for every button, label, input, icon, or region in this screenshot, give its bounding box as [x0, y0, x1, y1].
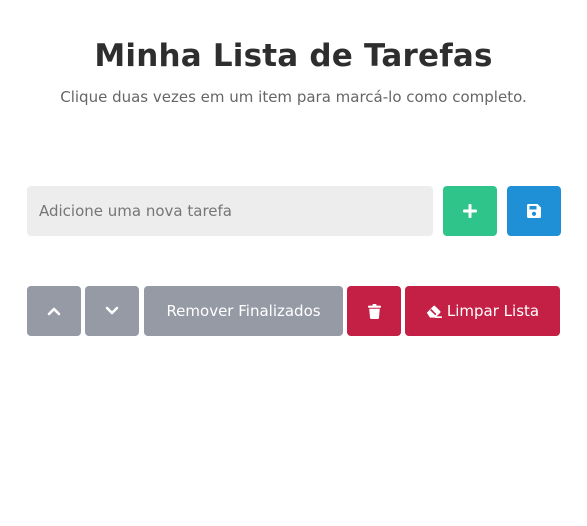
page-title: Minha Lista de Tarefas	[94, 38, 493, 74]
eraser-icon	[426, 305, 442, 318]
delete-task-button[interactable]	[347, 286, 401, 336]
plus-icon	[463, 204, 477, 218]
page-subtitle: Clique duas vezes em um item para marcá-…	[60, 88, 527, 106]
remove-finished-button[interactable]: Remover Finalizados	[144, 286, 343, 336]
chevron-down-icon	[105, 306, 119, 316]
add-task-button[interactable]	[443, 186, 497, 236]
move-down-button[interactable]	[85, 286, 139, 336]
move-up-button[interactable]	[27, 286, 81, 336]
clear-list-label: Limpar Lista	[446, 302, 540, 320]
chevron-up-icon	[47, 306, 61, 316]
floppy-disk-icon	[527, 204, 541, 218]
save-list-button[interactable]	[507, 186, 561, 236]
new-task-input[interactable]	[27, 186, 433, 236]
clear-list-button[interactable]: Limpar Lista	[405, 286, 560, 336]
todo-app: Minha Lista de Tarefas Clique duas vezes…	[0, 0, 587, 526]
trash-icon	[367, 303, 381, 319]
